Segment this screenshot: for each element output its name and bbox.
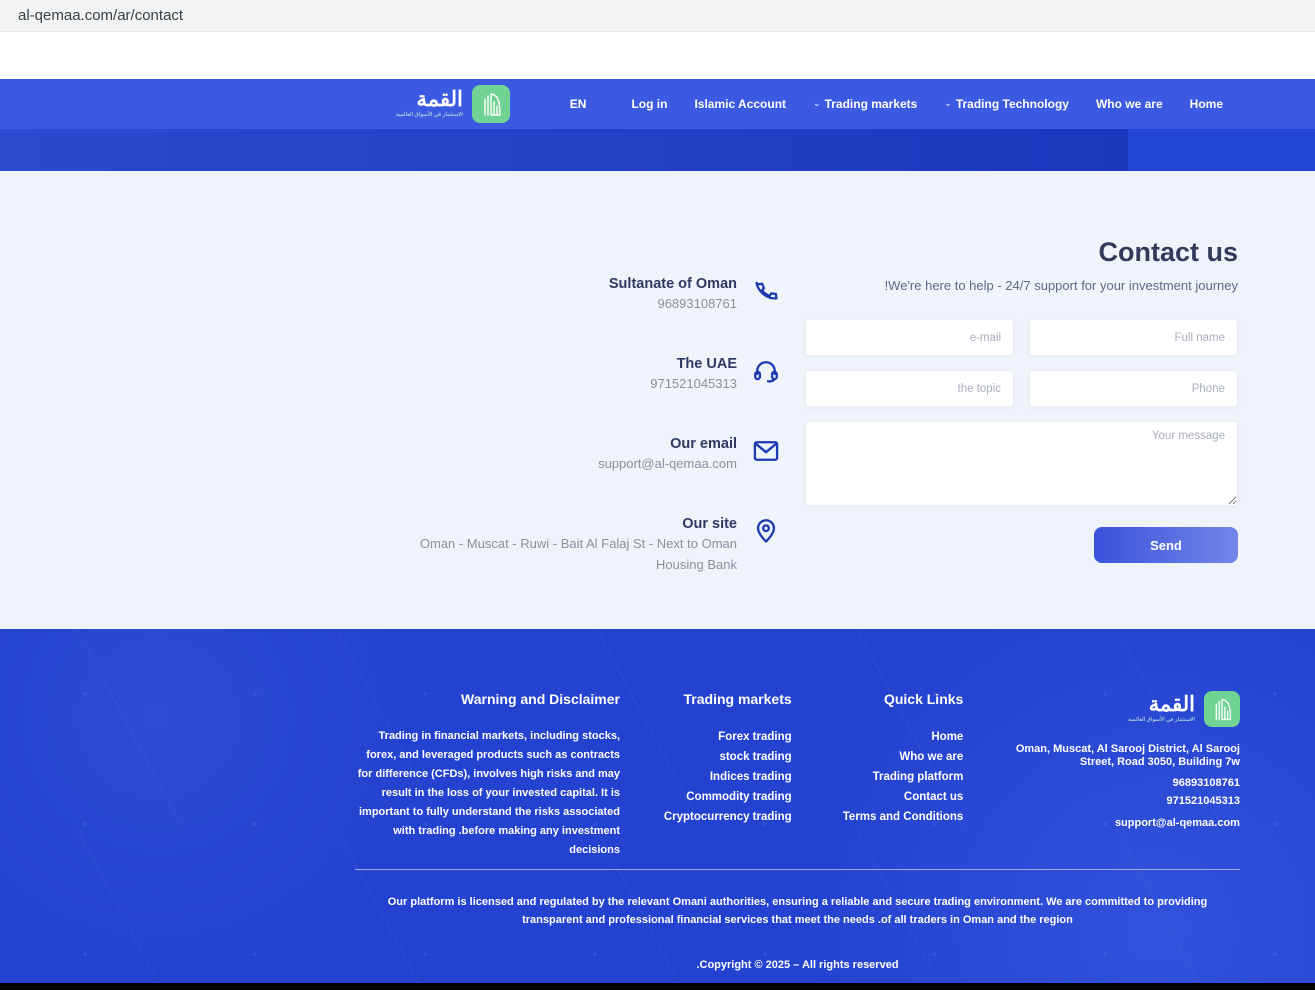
chevron-down-icon: ⌄: [813, 97, 821, 108]
nav-item-trading-markets[interactable]: ⌄ Trading markets: [813, 97, 917, 111]
quick-links-title: Quick Links: [883, 691, 964, 707]
hero-band-dark: [0, 129, 1128, 171]
logo-title: القمة: [416, 88, 463, 111]
contact-label: The UAE: [676, 356, 737, 372]
footer-disclaimer-column: Warning and Disclaimer Trading in financ…: [355, 691, 620, 869]
footer-link-home[interactable]: Home: [823, 727, 963, 747]
disclaimer-body: Trading in financial markets, including …: [357, 730, 620, 856]
trading-markets-title: Trading markets: [683, 691, 792, 707]
nav-item-who-we-are[interactable]: Who we are: [1096, 97, 1163, 111]
footer-trading-markets-column: Trading markets Forex trading stock trad…: [652, 691, 792, 869]
footer-license-text: Our platform is licensed and regulated b…: [387, 896, 1208, 926]
envelope-icon: [752, 437, 780, 465]
contact-item-site-address: Our site Oman - Muscat - Ruwi - Bait Al …: [390, 515, 780, 575]
footer-logo-tagline: الاستثمار في الأسواق العالمية: [1128, 717, 1195, 723]
page-url: al-qemaa.com/ar/contact: [18, 7, 184, 24]
page-subtitle: !We're here to help - 24/7 support for y…: [884, 278, 1238, 293]
contact-form: Send: [805, 319, 1238, 563]
footer-phone-uae: 971521045313: [1166, 795, 1240, 807]
contact-info-list: Sultanate of Oman 96893108761 The UAE 97…: [390, 275, 780, 616]
headset-icon: [752, 357, 780, 385]
top-white-strip: [0, 32, 1315, 79]
location-pin-icon: [752, 517, 780, 545]
nav-item-home[interactable]: Home: [1190, 97, 1223, 111]
hero-band-light: [1128, 129, 1315, 171]
browser-address-bar[interactable]: al-qemaa.com/ar/contact: [0, 0, 1315, 32]
footer-link-commodity-trading[interactable]: Commodity trading: [652, 787, 791, 807]
email-field[interactable]: [805, 319, 1014, 356]
message-field[interactable]: [805, 421, 1238, 506]
contact-value: 971521045313: [650, 376, 737, 391]
footer-link-trading-platform[interactable]: Trading platform: [823, 767, 964, 787]
full-name-field[interactable]: [1029, 319, 1238, 356]
footer-link-who-we-are[interactable]: Who we are: [823, 747, 963, 767]
footer-divider: [355, 869, 1240, 870]
nav-item-trading-technology[interactable]: ⌄ Trading Technology: [944, 97, 1069, 111]
buildings-logo-icon: [471, 85, 510, 123]
phone-field[interactable]: [1029, 370, 1238, 407]
footer-link-contact-us[interactable]: Contact us: [823, 787, 963, 807]
footer-logo: القمة الاستثمار في الأسواق العالمية: [995, 691, 1240, 727]
chevron-down-icon: ⌄: [944, 97, 952, 108]
footer-copyright: .Copyright © 2025 – All rights reserved: [696, 959, 899, 971]
footer-link-cryptocurrency-trading[interactable]: Cryptocurrency trading: [652, 807, 792, 827]
contact-label: Our email: [670, 436, 737, 452]
contact-label: Sultanate of Oman: [608, 276, 737, 292]
footer-logo-title: القمة: [1148, 693, 1195, 716]
contact-value: support@al-qemaa.com: [598, 456, 737, 471]
contact-section: Contact us !We're here to help - 24/7 su…: [0, 171, 1315, 629]
contact-item-uae-phone: The UAE 971521045313: [390, 355, 780, 394]
topic-field[interactable]: [805, 370, 1014, 407]
contact-item-oman-phone: Sultanate of Oman 96893108761: [390, 275, 780, 314]
hero-band: [0, 129, 1315, 171]
contact-value: 96893108761: [657, 296, 737, 311]
footer-address: Oman, Muscat, Al Sarooj District, Al Sar…: [1015, 743, 1240, 768]
send-button[interactable]: Send: [1094, 527, 1238, 563]
footer-company-column: القمة الاستثمار في الأسواق العالمية Oman…: [995, 691, 1240, 869]
buildings-logo-icon: [1203, 691, 1240, 727]
footer-link-indices-trading[interactable]: Indices trading: [652, 767, 792, 787]
main-navbar: القمة الاستثمار في الأسواق العالمية EN L…: [0, 79, 1315, 129]
footer-link-terms-and-conditions[interactable]: Terms and Conditions: [823, 807, 964, 827]
phone-icon: [752, 277, 780, 305]
nav-item-islamic-account[interactable]: Islamic Account: [694, 97, 786, 111]
nav-item-language[interactable]: EN: [570, 97, 587, 111]
footer: Warning and Disclaimer Trading in financ…: [0, 629, 1315, 983]
footer-link-forex-trading[interactable]: Forex trading: [652, 727, 791, 747]
footer-email: support@al-qemaa.com: [1114, 817, 1240, 829]
footer-quick-links-column: Quick Links Home Who we are Trading plat…: [823, 691, 964, 869]
disclaimer-title: Warning and Disclaimer: [461, 691, 620, 707]
bottom-black-strip: [0, 983, 1315, 990]
contact-item-email: Our email support@al-qemaa.com: [390, 435, 780, 474]
contact-label: Our site: [682, 516, 737, 532]
logo-tagline: الاستثمار في الأسواق العالمية: [396, 112, 463, 118]
contact-value: Oman - Muscat - Ruwi - Bait Al Falaj St …: [419, 536, 737, 572]
nav-item-login[interactable]: Log in: [631, 97, 667, 111]
site-logo[interactable]: القمة الاستثمار في الأسواق العالمية: [396, 85, 510, 123]
page-title: Contact us: [1098, 237, 1238, 267]
footer-link-stock-trading[interactable]: stock trading: [652, 747, 791, 767]
nav-menu: EN Log in Islamic Account ⌄ Trading mark…: [570, 97, 1223, 111]
footer-phone-oman: 96893108761: [1172, 777, 1240, 789]
